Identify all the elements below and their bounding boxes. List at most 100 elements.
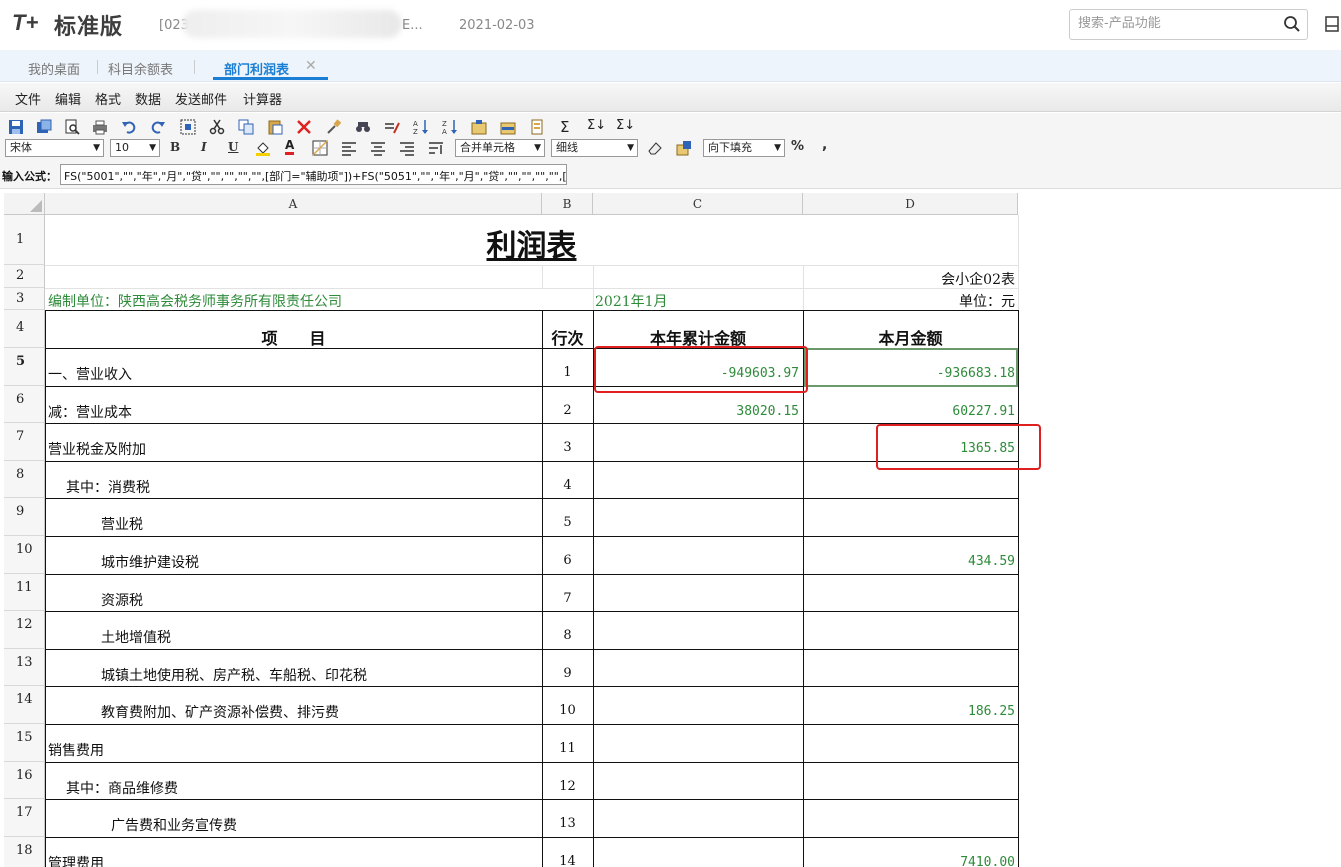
row-ytd-amount[interactable]: 38020.15 xyxy=(593,404,799,419)
column-header-d[interactable]: D xyxy=(803,193,1018,215)
select-all-icon[interactable] xyxy=(180,119,196,135)
menu-file[interactable]: 文件 xyxy=(15,89,41,108)
row-header[interactable]: 10 xyxy=(4,536,45,574)
sum-row-icon[interactable]: Σ↓ xyxy=(587,118,606,133)
row-header[interactable]: 18 xyxy=(4,837,45,867)
row-header[interactable]: 6 xyxy=(4,386,45,423)
row-item-label[interactable]: 其中：消费税 xyxy=(66,477,150,497)
row-line-number[interactable]: 4 xyxy=(542,478,593,493)
comma-button[interactable]: , xyxy=(822,137,827,153)
italic-button[interactable]: I xyxy=(201,140,207,154)
formula-input[interactable]: FS("5001","","年","月","贷","","","","",[部门… xyxy=(60,164,567,185)
sum-column-icon[interactable]: Σ↓ xyxy=(616,118,635,133)
row-header[interactable]: 5 xyxy=(4,348,45,386)
selected-cell[interactable] xyxy=(804,348,1018,387)
save-as-icon[interactable] xyxy=(36,119,52,135)
row-header[interactable]: 11 xyxy=(4,574,45,611)
print-icon[interactable] xyxy=(92,119,108,135)
row-line-number[interactable]: 12 xyxy=(542,779,593,794)
search-input[interactable] xyxy=(1078,16,1278,31)
row-item-label[interactable]: 城市维护建设税 xyxy=(101,552,199,572)
panel-toggle-icon[interactable] xyxy=(1325,16,1339,32)
row-item-label[interactable]: 其中：商品维修费 xyxy=(66,778,178,798)
sum-icon[interactable]: Σ xyxy=(560,118,569,136)
menu-data[interactable]: 数据 xyxy=(135,89,161,108)
font-color-button[interactable]: A xyxy=(285,139,295,155)
menu-calculator[interactable]: 计算器 xyxy=(243,89,282,108)
tab-account-balance[interactable]: 科目余额表 xyxy=(108,59,173,78)
insert-row-icon[interactable] xyxy=(471,119,487,135)
row-header[interactable]: 2 xyxy=(4,265,45,288)
row-line-number[interactable]: 9 xyxy=(542,666,593,681)
fill-color-icon[interactable] xyxy=(255,140,271,156)
text-wrap-icon[interactable] xyxy=(428,140,444,156)
row-line-number[interactable]: 3 xyxy=(542,440,593,455)
insert-column-icon[interactable] xyxy=(500,119,516,135)
row-line-number[interactable]: 1 xyxy=(542,365,593,380)
tab-close-icon[interactable]: ✕ xyxy=(305,58,317,74)
row-line-number[interactable]: 5 xyxy=(542,515,593,530)
replace-icon[interactable] xyxy=(384,119,400,135)
row-month-amount[interactable]: 60227.91 xyxy=(803,404,1015,419)
sort-descending-icon[interactable]: ZA xyxy=(442,119,458,135)
underline-button[interactable]: U xyxy=(228,140,238,154)
align-right-icon[interactable] xyxy=(399,140,415,156)
row-item-label[interactable]: 教育费附加、矿产资源补偿费、排污费 xyxy=(101,702,339,722)
row-header[interactable]: 4 xyxy=(4,310,45,348)
percent-button[interactable]: % xyxy=(791,139,804,154)
row-item-label[interactable]: 销售费用 xyxy=(48,740,104,760)
undo-icon[interactable] xyxy=(121,119,137,135)
column-header-b[interactable]: B xyxy=(542,193,593,215)
row-header[interactable]: 7 xyxy=(4,423,45,461)
row-item-label[interactable]: 一、营业收入 xyxy=(48,364,132,384)
row-month-amount[interactable]: 434.59 xyxy=(803,554,1015,569)
row-item-label[interactable]: 营业税 xyxy=(101,514,143,534)
search-box[interactable] xyxy=(1069,9,1308,40)
sort-ascending-icon[interactable]: AZ xyxy=(413,119,429,135)
row-item-label[interactable]: 管理费用 xyxy=(48,853,104,867)
row-header[interactable]: 17 xyxy=(4,799,45,837)
row-item-label[interactable]: 减：营业成本 xyxy=(48,402,132,422)
menu-edit[interactable]: 编辑 xyxy=(55,89,81,108)
merge-cells-select[interactable]: 合并单元格 ▼ xyxy=(455,139,545,157)
copy-icon[interactable] xyxy=(238,119,254,135)
row-item-label[interactable]: 资源税 xyxy=(101,590,143,610)
align-left-icon[interactable] xyxy=(341,140,357,156)
cut-icon[interactable] xyxy=(209,119,225,135)
row-header[interactable]: 13 xyxy=(4,649,45,686)
row-item-label[interactable]: 营业税金及附加 xyxy=(48,439,146,459)
delete-icon[interactable] xyxy=(296,119,312,135)
row-item-label[interactable]: 广告费和业务宣传费 xyxy=(111,815,237,835)
row-line-number[interactable]: 11 xyxy=(542,741,593,756)
row-month-amount[interactable]: 186.25 xyxy=(803,704,1015,719)
row-header[interactable]: 3 xyxy=(4,288,45,310)
paste-icon[interactable] xyxy=(267,119,283,135)
row-line-number[interactable]: 7 xyxy=(542,591,593,606)
row-header[interactable]: 8 xyxy=(4,461,45,498)
search-icon[interactable] xyxy=(1283,15,1301,33)
row-line-number[interactable]: 14 xyxy=(542,854,593,867)
cell-settings-icon[interactable] xyxy=(676,140,692,156)
redo-icon[interactable] xyxy=(150,119,166,135)
row-line-number[interactable]: 2 xyxy=(542,403,593,418)
column-header-c[interactable]: C xyxy=(593,193,803,215)
tab-dept-profit[interactable]: 部门利润表 xyxy=(224,59,289,78)
row-header[interactable]: 12 xyxy=(4,611,45,649)
row-line-number[interactable]: 6 xyxy=(542,553,593,568)
row-header[interactable]: 9 xyxy=(4,498,45,536)
align-center-icon[interactable] xyxy=(370,140,386,156)
borders-icon[interactable] xyxy=(312,140,328,156)
find-icon[interactable] xyxy=(355,119,371,135)
row-line-number[interactable]: 10 xyxy=(542,703,593,718)
row-header[interactable]: 1 xyxy=(4,215,45,265)
delete-row-icon[interactable] xyxy=(529,119,545,135)
font-size-select[interactable]: 10 ▼ xyxy=(110,139,160,157)
bold-button[interactable]: B xyxy=(170,140,180,154)
font-name-select[interactable]: 宋体 ▼ xyxy=(5,139,104,157)
row-header[interactable]: 15 xyxy=(4,724,45,762)
fill-down-select[interactable]: 向下填充 ▼ xyxy=(703,139,785,157)
row-line-number[interactable]: 8 xyxy=(542,628,593,643)
save-icon[interactable] xyxy=(8,119,24,135)
select-all-corner[interactable] xyxy=(4,193,45,215)
row-header[interactable]: 16 xyxy=(4,762,45,799)
